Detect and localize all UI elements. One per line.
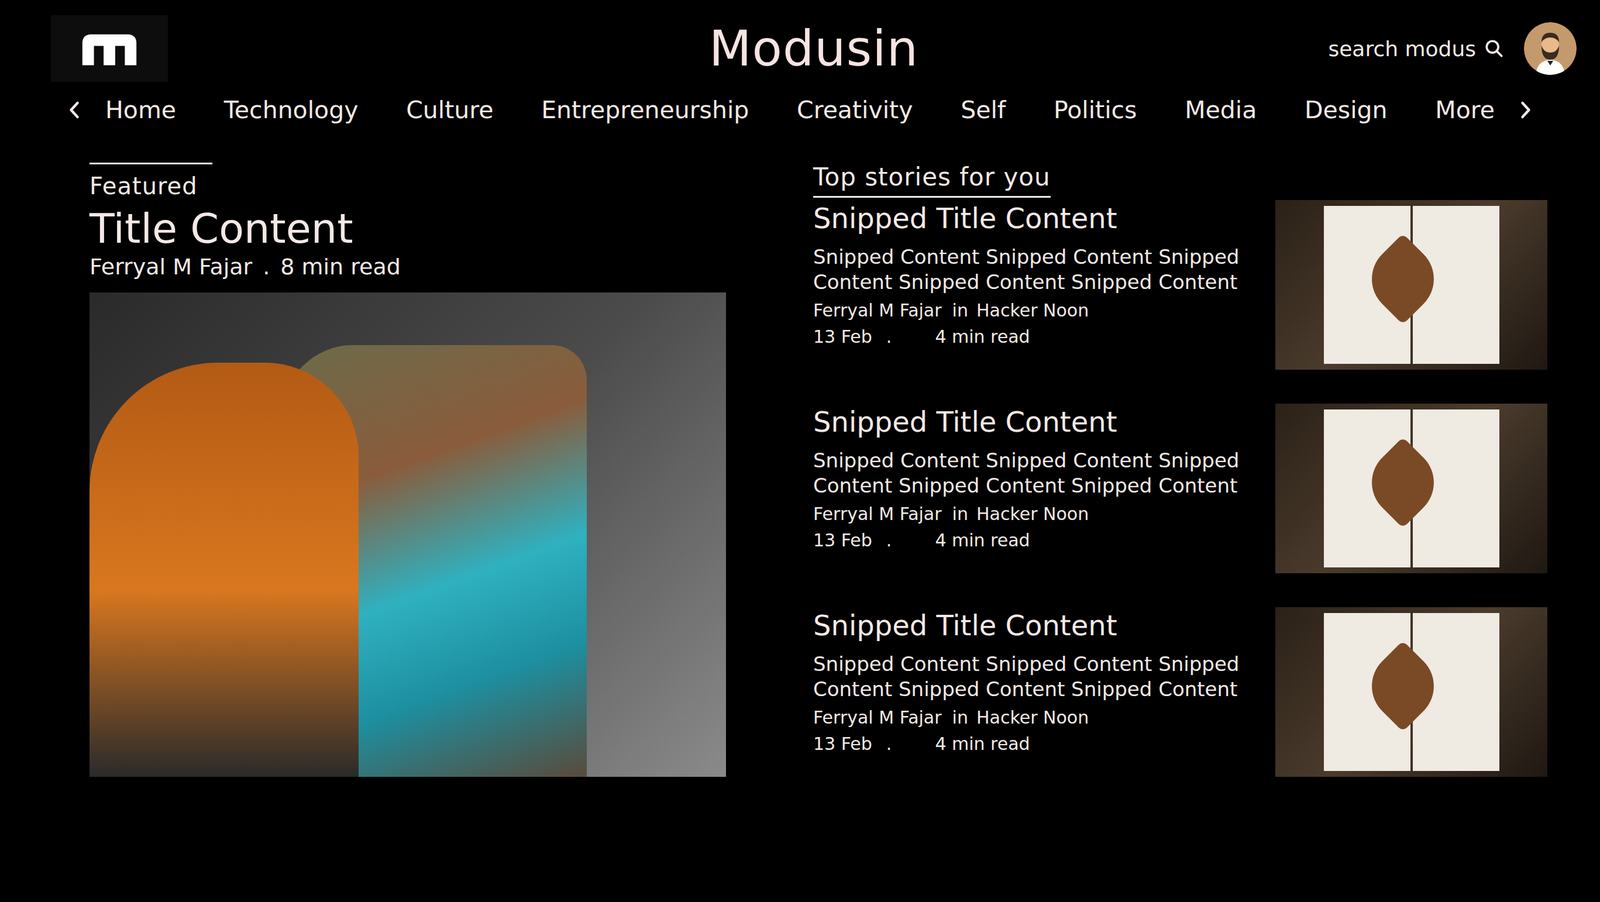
- story-source-prefix: in: [952, 300, 969, 321]
- featured-title[interactable]: Title Content: [89, 205, 726, 253]
- story-read-time: 4 min read: [934, 326, 1030, 347]
- story-author[interactable]: Ferryal M Fajar: [813, 300, 942, 321]
- book-figure: [1323, 205, 1500, 364]
- nav-item[interactable]: Culture: [405, 95, 494, 125]
- header-actions: search modus: [918, 22, 1577, 75]
- nav-item[interactable]: Design: [1304, 95, 1388, 125]
- header: Modusin search modus: [0, 0, 1600, 82]
- nav-prev-button[interactable]: [64, 96, 85, 124]
- story-date-line: 13 Feb. 4 min read: [813, 733, 1252, 755]
- story-source-prefix: in: [952, 503, 969, 525]
- page: Modusin search modus Home Technology Culture…: [0, 0, 1600, 902]
- nav-item[interactable]: Media: [1184, 95, 1257, 125]
- story-source-prefix: in: [952, 707, 969, 728]
- chevron-left-icon: [67, 100, 81, 120]
- nav-item[interactable]: More: [1435, 95, 1495, 125]
- story-snippet: Snipped Content Snipped Content Snipped …: [813, 244, 1252, 295]
- story-read-time: 4 min read: [934, 733, 1030, 755]
- nav-item[interactable]: Entrepreneurship: [541, 95, 749, 125]
- story-source[interactable]: Hacker Noon: [976, 300, 1089, 321]
- story-byline: Ferryal M Fajar in Hacker Noon: [813, 707, 1252, 728]
- person-figure: [89, 362, 359, 777]
- avatar-icon[interactable]: [1523, 22, 1577, 75]
- featured-read-time: 8 min read: [280, 253, 401, 280]
- featured-rule: [89, 162, 213, 165]
- nav-item[interactable]: Technology: [224, 95, 359, 125]
- featured-author[interactable]: Ferryal M Fajar: [89, 253, 253, 280]
- story-card[interactable]: Snipped Title Content Snipped Content Sni…: [813, 607, 1548, 783]
- meta-separator: .: [262, 253, 270, 280]
- story-text: Snipped Title Content Snipped Content Sni…: [813, 403, 1252, 551]
- story-text: Snipped Title Content Snipped Content Sni…: [813, 200, 1252, 347]
- search-field[interactable]: search modus: [1327, 36, 1505, 61]
- story-byline: Ferryal M Fajar in Hacker Noon: [813, 503, 1252, 525]
- story-source[interactable]: Hacker Noon: [976, 707, 1089, 728]
- user-avatar-icon: [1523, 22, 1577, 75]
- story-author[interactable]: Ferryal M Fajar: [813, 503, 942, 525]
- logo-icon[interactable]: [50, 15, 168, 82]
- story-title[interactable]: Snipped Title Content: [813, 403, 1252, 440]
- story-snippet: Snipped Content Snipped Content Snipped …: [813, 651, 1252, 702]
- story-source[interactable]: Hacker Noon: [976, 503, 1089, 525]
- search-icon: [1484, 38, 1505, 59]
- story-thumbnail[interactable]: [1275, 607, 1548, 777]
- book-figure: [1323, 409, 1500, 568]
- nav-item[interactable]: Self: [960, 95, 1006, 125]
- meta-separator: .: [886, 530, 893, 551]
- featured-label: Featured: [89, 172, 726, 200]
- chevron-right-icon: [1519, 100, 1533, 120]
- book-figure: [1323, 613, 1500, 772]
- story-text: Snipped Title Content Snipped Content Sni…: [813, 607, 1252, 755]
- story-thumbnail[interactable]: [1275, 403, 1548, 574]
- featured-meta: Ferryal M Fajar. 8 min read: [89, 253, 726, 280]
- meta-separator: .: [886, 733, 893, 755]
- nav-item[interactable]: Home: [105, 95, 177, 125]
- nav-item[interactable]: Creativity: [796, 95, 913, 125]
- story-snippet: Snipped Content Snipped Content Snipped …: [813, 448, 1252, 498]
- brand-title[interactable]: Modusin: [709, 19, 919, 78]
- nav-list: Home Technology Culture Entrepreneurship Cre…: [105, 95, 1495, 125]
- content: FeaturedTitle ContentFerryal M Fajar.8 m…: [0, 124, 1600, 830]
- story-read-time: 4 min read: [934, 530, 1030, 551]
- story-card[interactable]: Snipped Title Content Snipped Content Sni…: [813, 200, 1548, 376]
- story-byline: Ferryal M Fajar in Hacker Noon: [813, 300, 1252, 321]
- category-nav: Home Technology Culture Entrepreneurship Cre…: [0, 81, 1600, 125]
- story-card[interactable]: Snipped Title Content Snipped Content Sni…: [813, 403, 1548, 580]
- meta-separator: .: [886, 326, 893, 347]
- story-date-line: 13 Feb. 4 min read: [813, 530, 1252, 551]
- featured-image[interactable]: [89, 292, 726, 777]
- m-logo-icon: [77, 29, 142, 68]
- story-date: 13 Feb: [813, 733, 873, 755]
- story-title[interactable]: Snipped Title Content: [813, 607, 1252, 644]
- story-thumbnail[interactable]: [1275, 200, 1548, 370]
- top-stories-heading: Top stories for you: [813, 162, 1051, 198]
- story-date: 13 Feb: [813, 326, 873, 347]
- story-date-line: 13 Feb. 4 min read: [813, 326, 1252, 347]
- top-stories-section: Top stories for youSnipped Title Content…: [813, 162, 1548, 807]
- story-author[interactable]: Ferryal M Fajar: [813, 707, 942, 728]
- featured-section: Featured Title ContentFerryal M Fajar. 8 m…: [89, 162, 726, 807]
- nav-next-button[interactable]: [1515, 96, 1536, 124]
- story-date: 13 Feb: [813, 530, 873, 551]
- search-placeholder: search modus: [1327, 36, 1476, 61]
- nav-item[interactable]: Politics: [1053, 95, 1138, 125]
- story-title[interactable]: Snipped Title Content: [813, 200, 1252, 237]
